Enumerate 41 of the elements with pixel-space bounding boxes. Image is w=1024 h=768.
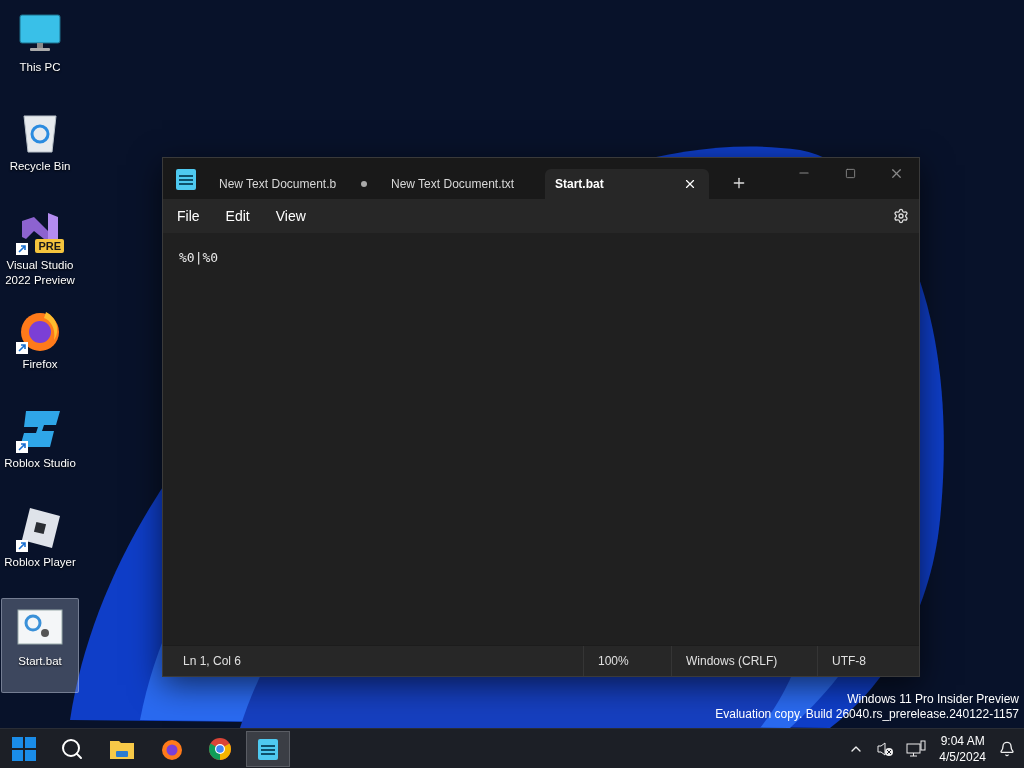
close-icon bbox=[683, 177, 697, 191]
desktop-icon[interactable]: This PC bbox=[1, 4, 79, 99]
windows-logo-icon bbox=[12, 736, 36, 761]
desktop-icon-label: This PC bbox=[19, 60, 61, 75]
desktop-icon[interactable]: PRE Visual Studio 2022 Preview bbox=[1, 202, 79, 297]
desktop-icon[interactable]: Start.bat bbox=[1, 598, 79, 693]
menu-item[interactable]: View bbox=[267, 204, 318, 228]
editor-text: %0|%0 bbox=[179, 250, 219, 265]
settings-icon bbox=[893, 208, 909, 224]
status-text: Ln 1, Col 6 bbox=[183, 654, 242, 668]
preview-badge: PRE bbox=[35, 239, 64, 253]
desktop-icon-label: Firefox bbox=[22, 357, 58, 372]
maximize-icon bbox=[844, 167, 856, 179]
taskbar-button[interactable] bbox=[246, 730, 290, 767]
notepad-icon bbox=[175, 166, 197, 191]
batch-file-icon bbox=[17, 609, 63, 645]
desktop-icon-label: Recycle Bin bbox=[9, 159, 71, 174]
menu-item[interactable]: Edit bbox=[217, 204, 262, 228]
desktop-icon[interactable]: Roblox Studio bbox=[1, 400, 79, 495]
desktop-icon-label: Roblox Studio bbox=[4, 456, 76, 471]
desktop-icon[interactable]: Recycle Bin bbox=[1, 103, 79, 198]
document-tab[interactable]: Start.bat bbox=[545, 169, 709, 199]
search-icon bbox=[60, 736, 84, 761]
evaluation-notice: Windows 11 Pro Insider Preview bbox=[847, 692, 1019, 707]
document-tab[interactable]: New Text Document.b bbox=[209, 169, 377, 199]
text-editor[interactable]: %0|%0 bbox=[163, 233, 919, 645]
menu-item[interactable]: File bbox=[169, 204, 212, 228]
document-tab[interactable]: New Text Document.txt bbox=[381, 169, 541, 199]
desktop-icon[interactable]: Roblox Player bbox=[1, 499, 79, 594]
desktop-icon[interactable]: Firefox bbox=[1, 301, 79, 396]
chrome-icon bbox=[208, 736, 232, 761]
status-text: UTF-8 bbox=[832, 654, 866, 668]
desktop-icon-label: Roblox Player bbox=[4, 555, 76, 570]
notepad-icon bbox=[257, 736, 279, 761]
plus-icon bbox=[731, 175, 747, 191]
status-text: 100% bbox=[598, 654, 629, 668]
clock[interactable]: 9:04 AM 4/5/2024 bbox=[935, 732, 990, 765]
monitor-icon bbox=[18, 13, 62, 53]
desktop-icon-label: Visual Studio 2022 Preview bbox=[4, 258, 76, 288]
status-text: Windows (CRLF) bbox=[686, 654, 778, 668]
desktop-icon-label: Start.bat bbox=[18, 654, 62, 669]
